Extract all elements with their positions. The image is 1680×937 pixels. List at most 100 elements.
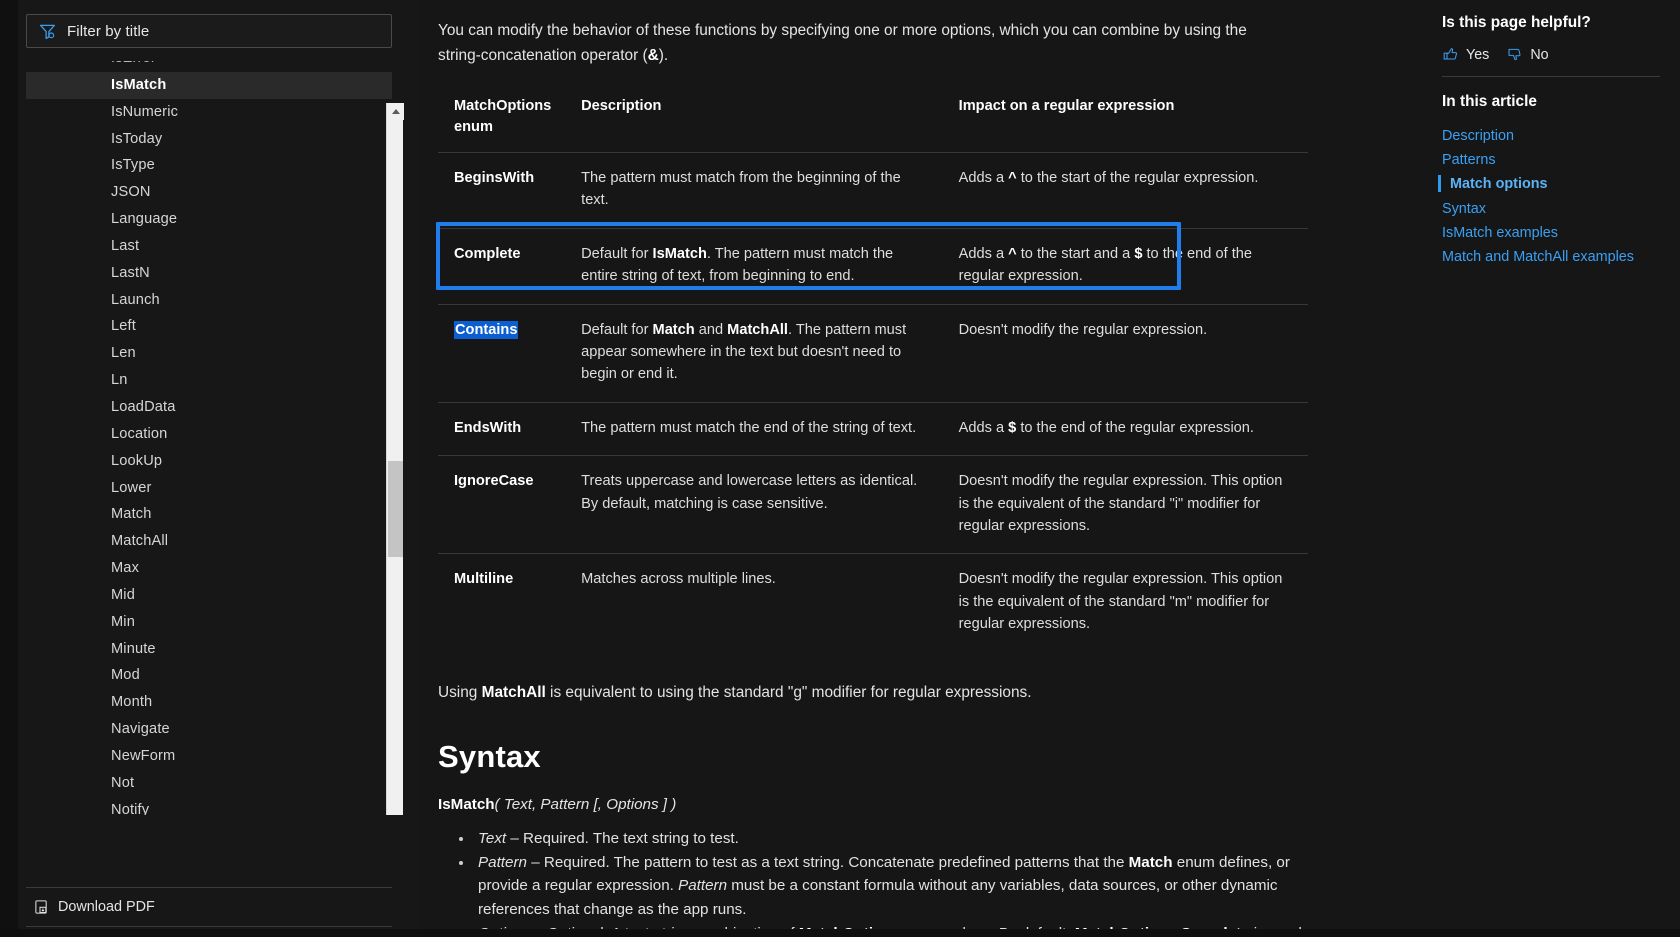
sidebar-item-month[interactable]: Month [26, 689, 392, 716]
sidebar-item-not[interactable]: Not [26, 770, 392, 797]
in-this-article-title: In this article [1442, 93, 1537, 110]
right-sidebar: Is this page helpful? Yes No In this art… [1430, 0, 1680, 937]
sidebar-item-istoday[interactable]: IsToday [26, 126, 392, 153]
sidebar-item-len[interactable]: Len [26, 340, 392, 367]
param-name: Text [478, 829, 507, 847]
sidebar-item-minute[interactable]: Minute [26, 636, 392, 663]
selected-text: Contains [454, 320, 519, 339]
ismatch-fn-args: ( Text, Pattern [, Options ] ) [494, 795, 677, 813]
cell-enum-contains: Contains [438, 303, 566, 403]
toc-link-description[interactable]: Description [1442, 124, 1660, 148]
sidebar-item-isnumeric[interactable]: IsNumeric [26, 99, 392, 126]
ismatch-parameter-list: Text – Required. The text string to test… [438, 827, 1338, 937]
sidebar-item-iserror[interactable]: IsError [26, 61, 392, 72]
cell-enum-complete: Complete [438, 227, 566, 305]
cell-description: Default for IsMatch. The pattern must ma… [565, 227, 943, 305]
table-row: Multiline Matches across multiple lines. D… [438, 553, 1308, 652]
sidebar-item-max[interactable]: Max [26, 555, 392, 582]
vote-no-label: No [1530, 46, 1549, 63]
cell-impact: Doesn't modify the regular expression. T… [942, 455, 1308, 554]
left-frame-edge [0, 0, 18, 937]
cell-enum-ignorecase: IgnoreCase [438, 455, 566, 554]
thumbs-up-icon [1442, 46, 1459, 63]
sidebar-item-lookup[interactable]: LookUp [26, 448, 392, 475]
table-row: EndsWith The pattern must match the end o… [438, 401, 1308, 456]
matchall-note-bold: MatchAll [481, 683, 546, 701]
toc-link-match-options[interactable]: Match options [1438, 172, 1660, 196]
cell-description: Matches across multiple lines. [565, 553, 943, 652]
sidebar-item-mod[interactable]: Mod [26, 662, 392, 689]
sidebar-item-ismatch[interactable]: IsMatch [26, 71, 392, 99]
toc-link-ismatch-examples[interactable]: IsMatch examples [1442, 221, 1660, 245]
toc-link-syntax[interactable]: Syntax [1442, 197, 1660, 221]
sidebar-item-match[interactable]: Match [26, 501, 392, 528]
toc-link-patterns[interactable]: Patterns [1442, 148, 1660, 172]
match-options-table: MatchOptions enum Description Impact on … [438, 90, 1308, 652]
pdf-download-icon [34, 899, 49, 915]
table-row: Complete Default for IsMatch. The pattern… [438, 227, 1308, 305]
scroll-up-arrow-icon[interactable] [387, 103, 404, 120]
cell-impact: Adds a $ to the end of the regular expre… [942, 401, 1308, 456]
sidebar-item-matchall[interactable]: MatchAll [26, 528, 392, 555]
vote-yes-label: Yes [1466, 46, 1490, 63]
page-helpful-title: Is this page helpful? [1442, 14, 1591, 31]
sidebar-item-notify[interactable]: Notify [26, 797, 392, 815]
cell-impact: Doesn't modify the regular expression. T… [942, 553, 1308, 652]
thumbs-down-icon [1506, 46, 1523, 63]
article-body: You can modify the behavior of these fun… [436, 0, 1338, 937]
table-row: BeginsWith The pattern must match from th… [438, 152, 1308, 229]
sidebar-item-last[interactable]: Last [26, 233, 392, 260]
table-row: Contains Default for Match and MatchAll. … [438, 303, 1308, 403]
vote-no-button[interactable]: No [1506, 46, 1549, 63]
sidebar-item-language[interactable]: Language [26, 206, 392, 233]
vote-yes-button[interactable]: Yes [1442, 46, 1489, 63]
cell-impact: Adds a ^ to the start and a $ to the end… [942, 227, 1308, 305]
sidebar-item-left[interactable]: Left [26, 313, 392, 340]
matchall-note-post: is equivalent to using the standard "g" … [545, 683, 1032, 701]
sidebar-item-newform[interactable]: NewForm [26, 743, 392, 770]
feedback-vote-group: Yes No [1442, 46, 1660, 63]
sidebar-item-navigate[interactable]: Navigate [26, 716, 392, 743]
download-pdf-section: Download PDF [26, 887, 392, 927]
toc-link-match-and-matchall-examples[interactable]: Match and MatchAll examples [1442, 245, 1660, 269]
table-row: IgnoreCase Treats uppercase and lowercase… [438, 455, 1308, 554]
filter-by-title-input[interactable]: Filter by title [26, 14, 392, 48]
cell-enum-multiline: Multiline [438, 553, 566, 652]
sidebar-item-lower[interactable]: Lower [26, 475, 392, 502]
ismatch-fn-name: IsMatch [438, 795, 495, 813]
scrollbar-thumb[interactable] [388, 461, 403, 557]
download-pdf-button[interactable]: Download PDF [26, 888, 392, 926]
sidebar-item-loaddata[interactable]: LoadData [26, 394, 392, 421]
intro-part1: You can modify the behavior of these fun… [438, 22, 1247, 64]
sidebar-item-json[interactable]: JSON [26, 179, 392, 206]
col-header-description-label: Description [581, 98, 662, 114]
sidebar-item-min[interactable]: Min [26, 609, 392, 636]
toc-scroll-region[interactable]: IsErrorIsMatchIsNumericIsTodayIsTypeJSON… [26, 61, 420, 815]
cell-impact: Doesn't modify the regular expression. [942, 303, 1308, 403]
main-content: You can modify the behavior of these fun… [420, 0, 1430, 937]
intro-bold-amp: & [647, 47, 659, 64]
col-header-enum-label: MatchOptions enum [454, 98, 552, 135]
in-this-article-links: Description Patterns Match options Syntax Is… [1438, 124, 1660, 269]
toc-scrollbar[interactable] [386, 103, 404, 815]
sidebar-item-lastn[interactable]: LastN [26, 260, 392, 287]
matchall-note-paragraph: Using MatchAll is equivalent to using th… [438, 680, 1338, 705]
bottom-frame-edge [0, 929, 1680, 937]
sidebar-item-ln[interactable]: Ln [26, 367, 392, 394]
sidebar-item-launch[interactable]: Launch [26, 287, 392, 314]
intro-paragraph: You can modify the behavior of these fun… [438, 18, 1276, 68]
toc-list: IsErrorIsMatchIsNumericIsTodayIsTypeJSON… [26, 61, 392, 815]
table-header-row: MatchOptions enum Description Impact on … [438, 90, 1308, 153]
col-header-enum: MatchOptions enum [438, 90, 565, 153]
sidebar-item-istype[interactable]: IsType [26, 152, 392, 179]
col-header-impact: Impact on a regular expression [943, 90, 1308, 153]
cell-description: Default for Match and MatchAll. The patt… [565, 303, 943, 403]
matchall-note-pre: Using [438, 683, 482, 701]
sidebar-item-location[interactable]: Location [26, 421, 392, 448]
col-header-impact-label: Impact on a regular expression [958, 98, 1175, 114]
sidebar-item-mid[interactable]: Mid [26, 582, 392, 609]
divider-bottom [26, 926, 392, 927]
left-sidebar: Filter by title IsErrorIsMatchIsNumericI… [0, 0, 420, 937]
param-name: Pattern [478, 853, 527, 871]
download-pdf-label: Download PDF [58, 899, 155, 915]
